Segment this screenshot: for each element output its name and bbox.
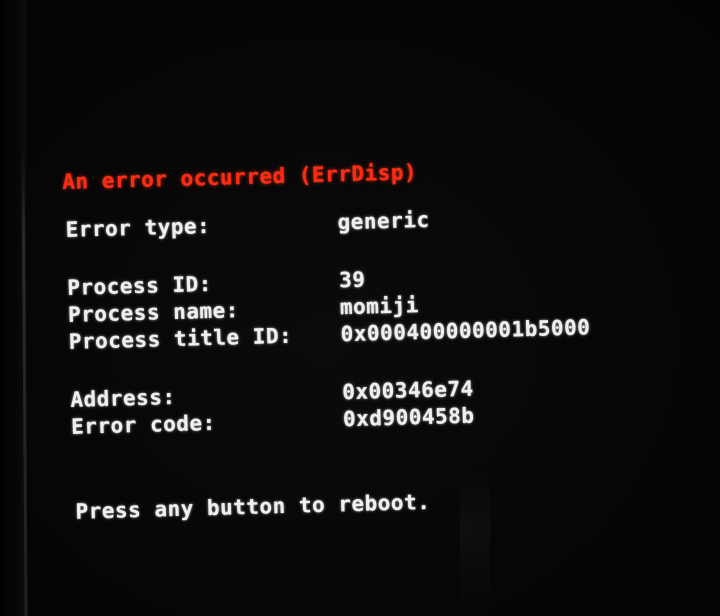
error-code-value: 0xd900458b	[342, 403, 475, 432]
error-display: An error occurred (ErrDisp) Error type: …	[62, 153, 672, 550]
reboot-prompt: Press any button to reboot.	[75, 489, 431, 524]
process-name-label: Process name:	[67, 298, 240, 327]
error-type-value: generic	[337, 207, 430, 235]
address-label: Address:	[70, 384, 176, 412]
process-id-label: Process ID:	[66, 271, 213, 300]
error-title: An error occurred (ErrDisp)	[62, 160, 418, 194]
process-title-id-label: Process title ID:	[68, 323, 293, 354]
process-name-value: momiji	[339, 293, 420, 320]
process-title-id-value: 0x000400000001b5000	[340, 315, 591, 347]
error-code-label: Error code:	[70, 410, 217, 439]
error-screen-photo: An error occurred (ErrDisp) Error type: …	[0, 0, 720, 616]
error-type-label: Error type:	[65, 213, 211, 242]
process-id-value: 39	[338, 267, 366, 293]
address-value: 0x00346e74	[341, 376, 475, 405]
